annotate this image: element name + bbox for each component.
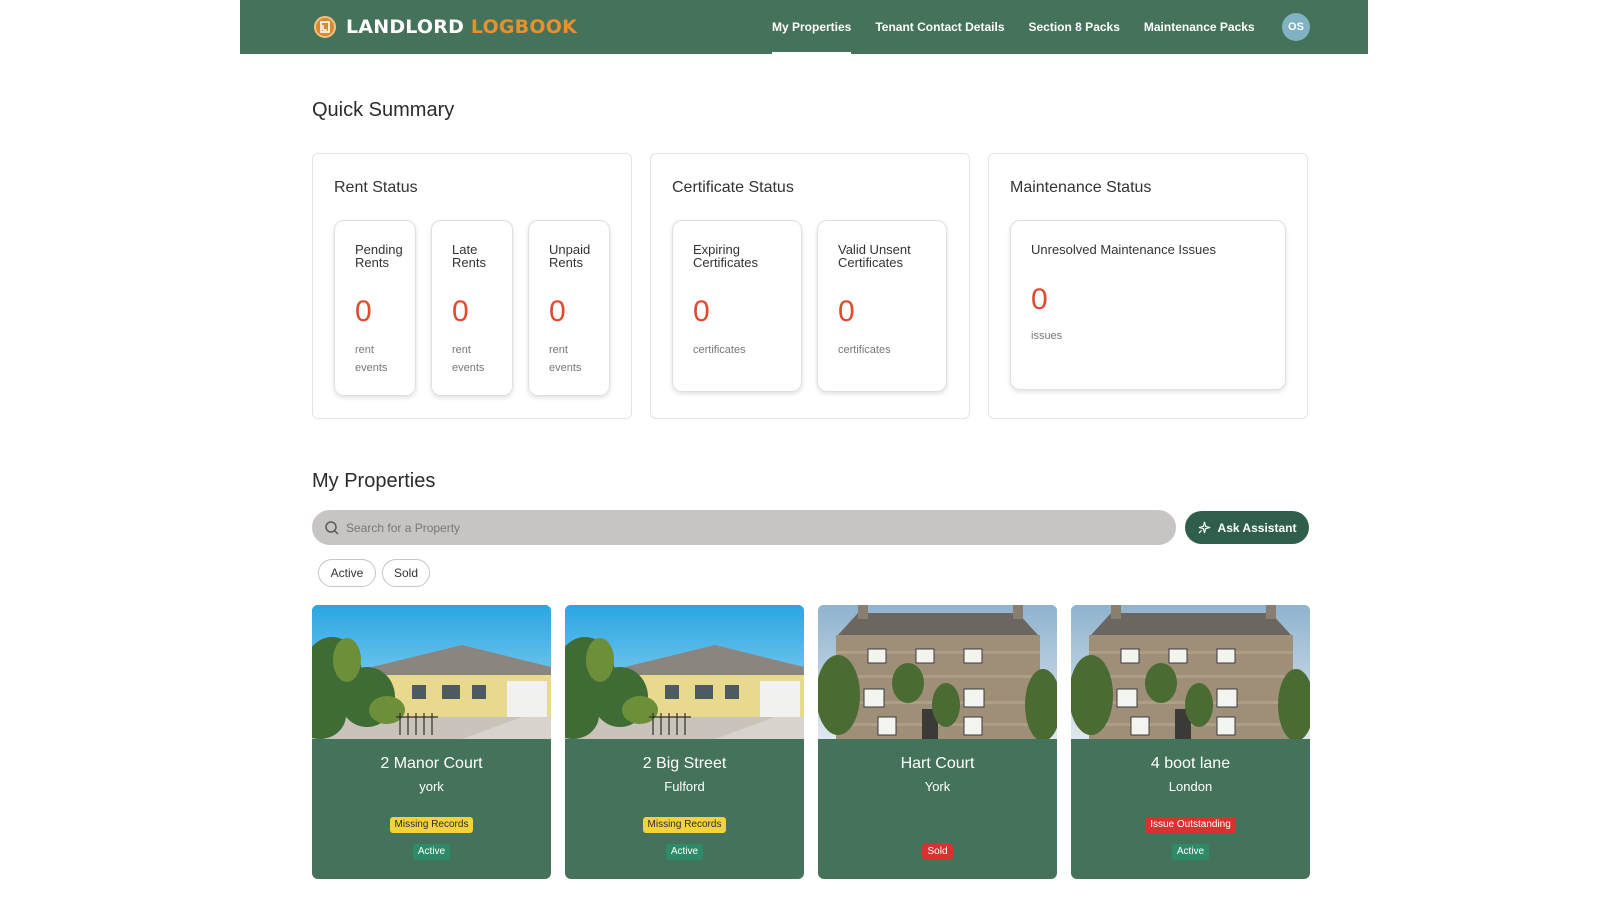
property-city: London [1168, 779, 1213, 794]
metric-label: Unresolved Maintenance Issues [1031, 242, 1216, 257]
property-name: 2 Manor Court [380, 755, 483, 772]
property-image [1071, 605, 1310, 739]
brand-name-part1: LANDLORD [346, 16, 465, 38]
missing-records-badge: Missing Records [642, 817, 727, 833]
property-city: York [924, 779, 951, 794]
property-search-bar [312, 510, 1176, 545]
metric-label: Expiring Certificates [693, 242, 759, 270]
filter-chip-active[interactable]: Active [318, 559, 376, 587]
metric-unit: rent events [355, 344, 388, 374]
maintenance-status-title: Maintenance Status [1010, 179, 1152, 196]
pending-rents-metric[interactable]: Pending Rents 0 rent events [334, 220, 416, 396]
metric-value: 0 [1031, 283, 1048, 316]
rent-status-card: Rent Status Pending Rents 0 rent events La… [312, 153, 632, 419]
property-card-4-boot-lane[interactable]: 4 boot lane London Issue Outstanding Act… [1071, 605, 1310, 879]
property-image [565, 605, 804, 739]
property-image [312, 605, 551, 739]
main-nav: My Properties Tenant Contact Details Sec… [772, 0, 1255, 54]
app-root: LANDLORD LOGBOOK My Properties Tenant Co… [240, 0, 1368, 900]
metric-unit: certificates [838, 344, 891, 356]
nav-tenant-contact-details[interactable]: Tenant Contact Details [875, 0, 1004, 54]
search-input[interactable] [346, 510, 1146, 545]
metric-unit: issues [1031, 330, 1063, 342]
rent-status-title: Rent Status [334, 179, 418, 196]
metric-value: 0 [693, 295, 710, 328]
sparkle-icon [1198, 521, 1210, 534]
metric-label: Unpaid Rents [549, 242, 591, 270]
property-card-hart-court[interactable]: Hart Court York Sold [818, 605, 1057, 879]
certificate-status-card: Certificate Status Expiring Certificates … [650, 153, 970, 419]
metric-label: Valid Unsent Certificates [838, 242, 911, 270]
maintenance-status-card: Maintenance Status Unresolved Maintenanc… [988, 153, 1308, 419]
my-properties-title: My Properties [312, 470, 436, 492]
certificate-status-title: Certificate Status [672, 179, 794, 196]
status-badge: Sold [922, 844, 953, 860]
filter-chip-sold[interactable]: Sold [382, 559, 430, 587]
top-navigation-bar: LANDLORD LOGBOOK My Properties Tenant Co… [240, 0, 1368, 54]
nav-section-8-packs[interactable]: Section 8 Packs [1029, 0, 1120, 54]
expiring-certificates-metric[interactable]: Expiring Certificates 0 certificates [672, 220, 802, 392]
brand-logo[interactable]: LANDLORD LOGBOOK [314, 15, 577, 39]
brand-name: LANDLORD LOGBOOK [346, 16, 577, 38]
logo-icon [314, 16, 336, 38]
property-card-2-manor-court[interactable]: 2 Manor Court york Missing Records Activ… [312, 605, 551, 879]
metric-unit: rent events [549, 344, 582, 374]
quick-summary-title: Quick Summary [312, 99, 455, 121]
metric-value: 0 [838, 295, 855, 328]
missing-records-badge: Missing Records [389, 817, 474, 833]
property-city: Fulford [664, 779, 705, 794]
status-badge: Active [665, 844, 704, 860]
search-icon [325, 521, 339, 535]
property-name: 2 Big Street [642, 755, 727, 772]
property-name: Hart Court [900, 755, 975, 772]
property-image [818, 605, 1057, 739]
unresolved-maintenance-metric[interactable]: Unresolved Maintenance Issues 0 issues [1010, 220, 1286, 390]
ask-assistant-button[interactable]: Ask Assistant [1185, 511, 1309, 544]
metric-value: 0 [549, 295, 566, 328]
valid-unsent-certificates-metric[interactable]: Valid Unsent Certificates 0 certificates [817, 220, 947, 392]
property-name: 4 boot lane [1150, 755, 1231, 772]
metric-label: Late Rents [452, 242, 486, 270]
metric-unit: rent events [452, 344, 485, 374]
metric-label: Pending Rents [355, 242, 403, 270]
status-badge: Active [412, 844, 451, 860]
unpaid-rents-metric[interactable]: Unpaid Rents 0 rent events [528, 220, 610, 396]
property-city: york [419, 779, 444, 794]
metric-unit: certificates [693, 344, 746, 356]
late-rents-metric[interactable]: Late Rents 0 rent events [431, 220, 513, 396]
status-badge: Active [1171, 844, 1210, 860]
metric-value: 0 [355, 295, 372, 328]
ask-assistant-label: Ask Assistant [1217, 520, 1297, 535]
nav-maintenance-packs[interactable]: Maintenance Packs [1144, 0, 1255, 54]
user-avatar[interactable]: OS [1282, 13, 1310, 41]
property-card-2-big-street[interactable]: 2 Big Street Fulford Missing Records Act… [565, 605, 804, 879]
metric-value: 0 [452, 295, 469, 328]
brand-name-part2: LOGBOOK [470, 16, 577, 38]
issue-outstanding-badge: Issue Outstanding [1145, 817, 1236, 833]
nav-my-properties[interactable]: My Properties [772, 0, 852, 54]
